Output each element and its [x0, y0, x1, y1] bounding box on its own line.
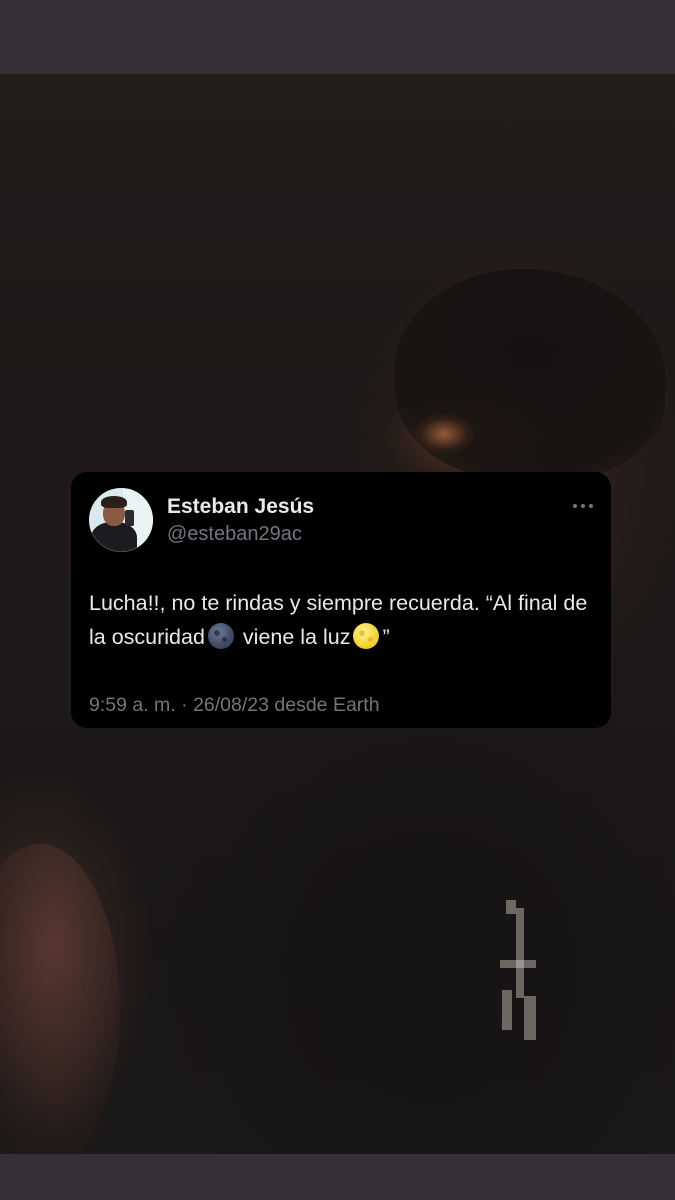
more-options-icon[interactable]: [573, 496, 597, 514]
author-handle[interactable]: @esteban29ac: [167, 521, 302, 547]
background-shirt-print: [498, 900, 544, 1050]
story-screen: Esteban Jesús @esteban29ac Lucha!!, no t…: [0, 0, 675, 1200]
background-shoulder: [0, 844, 120, 1154]
new-moon-emoji-icon: [207, 623, 234, 649]
tweet-date[interactable]: 26/08/23: [193, 694, 269, 716]
background-light-glint: [414, 414, 474, 454]
tweet-text-part2: viene la luz: [236, 625, 351, 649]
tweet-card[interactable]: Esteban Jesús @esteban29ac Lucha!!, no t…: [71, 472, 611, 728]
tweet-source: desde Earth: [274, 694, 380, 716]
meta-separator: ·: [181, 694, 188, 716]
tweet-text: Lucha!!, no te rindas y siempre recuerda…: [89, 586, 594, 654]
tweet-time[interactable]: 9:59 a. m.: [89, 694, 176, 716]
full-moon-emoji-icon: [353, 623, 380, 649]
tweet-text-part3: ”: [382, 625, 390, 649]
author-avatar[interactable]: [89, 488, 153, 552]
author-name[interactable]: Esteban Jesús: [167, 494, 314, 520]
bottom-bar: [0, 1154, 675, 1200]
tweet-metadata: 9:59 a. m. · 26/08/23 desde Earth: [89, 693, 380, 717]
top-bar: [0, 0, 675, 74]
